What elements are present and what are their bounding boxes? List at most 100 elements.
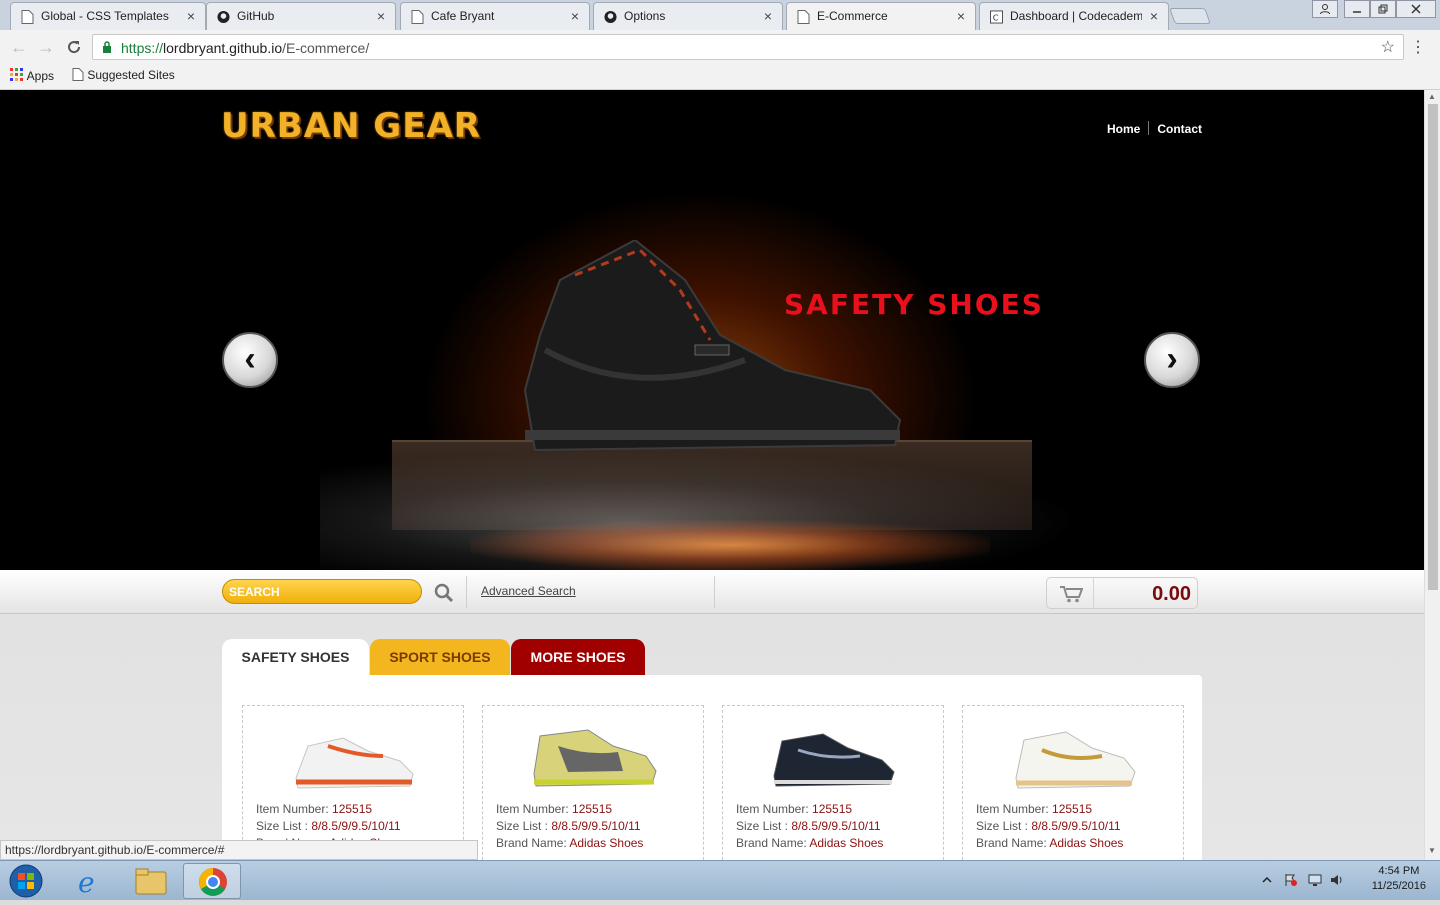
bookmarks-bar: Apps Suggested Sites: [0, 64, 1440, 90]
search-icon[interactable]: [434, 583, 454, 603]
search-bar: Advanced Search 0.00: [0, 570, 1424, 614]
tab-sport-shoes[interactable]: SPORT SHOES: [370, 639, 510, 675]
page-scrollbar[interactable]: ▲ ▼: [1424, 90, 1440, 860]
bookmark-apps[interactable]: Apps: [10, 68, 54, 83]
taskbar-chrome[interactable]: [183, 863, 241, 899]
scrollbar-thumb[interactable]: [1428, 104, 1438, 590]
browser-menu-icon[interactable]: ⋮: [1410, 37, 1426, 57]
product-image: [1015, 731, 1136, 789]
page-icon: [21, 10, 34, 24]
new-tab-button[interactable]: [1169, 8, 1211, 24]
browser-tab[interactable]: C Dashboard | Codecadem ×: [979, 2, 1169, 30]
scroll-down-icon[interactable]: ▼: [1428, 846, 1436, 855]
url-text: https://lordbryant.github.io/E-commerce/: [121, 40, 370, 56]
browser-tabstrip: Global - CSS Templates × GitHub × Cafe B…: [0, 0, 1440, 31]
address-bar[interactable]: https://lordbryant.github.io/E-commerce/…: [92, 34, 1404, 60]
tab-close-icon[interactable]: ×: [377, 8, 385, 24]
divider: [466, 576, 467, 608]
product-card[interactable]: Item Number: 125515 Size List : 8/8.5/9/…: [962, 705, 1184, 860]
brand-name-row: Brand Name: Adidas Shoes: [496, 836, 644, 850]
size-list-row: Size List : 8/8.5/9/9.5/10/11: [496, 819, 641, 833]
cart-widget[interactable]: 0.00: [1046, 577, 1198, 609]
brand-name-row: Brand Name: Adidas Shoes: [736, 836, 884, 850]
nav-contact[interactable]: Contact: [1157, 122, 1202, 136]
page-icon: [411, 10, 424, 24]
volume-icon[interactable]: [1330, 873, 1344, 887]
slider-prev-button[interactable]: ‹: [222, 332, 278, 388]
divider: [714, 576, 715, 608]
bookmark-suggested-sites[interactable]: Suggested Sites: [72, 68, 175, 82]
tab-title: Cafe Bryant: [431, 9, 495, 23]
bookmark-star-icon[interactable]: ☆: [1381, 37, 1395, 57]
tab-title: E-Commerce: [817, 9, 888, 23]
site-logo[interactable]: URBAN GEAR: [221, 106, 481, 146]
product-card[interactable]: Item Number: 125515 Size List : 8/8.5/9/…: [722, 705, 944, 860]
folder-icon: [135, 868, 167, 895]
windows-taskbar: e 4:54 PM 11/25/2016: [0, 860, 1440, 900]
safety-shoe-image: [523, 240, 902, 452]
product-image: [533, 729, 657, 787]
tab-close-icon[interactable]: ×: [571, 8, 579, 24]
browser-tab[interactable]: Cafe Bryant ×: [400, 2, 590, 30]
tray-expand-icon[interactable]: [1260, 873, 1274, 887]
nav-home[interactable]: Home: [1107, 122, 1140, 136]
hero-caption: SAFETY SHOES: [784, 288, 1044, 321]
close-window-button[interactable]: [1396, 0, 1436, 18]
cart-divider: [1093, 578, 1094, 608]
page-icon: [797, 10, 810, 24]
clock-time: 4:54 PM: [1378, 865, 1420, 877]
profile-button[interactable]: [1312, 0, 1338, 18]
tab-title: Dashboard | Codecadem: [1010, 9, 1142, 23]
restore-icon: [1378, 4, 1388, 14]
internet-explorer-icon: e: [78, 866, 95, 899]
network-icon[interactable]: [1308, 873, 1322, 887]
product-card[interactable]: Item Number: 125515 Size List : 8/8.5/9/…: [242, 705, 464, 860]
action-center-flag-icon[interactable]: [1284, 873, 1298, 887]
forward-arrow-icon[interactable]: →: [37, 37, 55, 58]
top-nav: Home Contact: [1107, 121, 1202, 136]
tab-more-shoes[interactable]: MORE SHOES: [511, 639, 645, 675]
tab-close-icon[interactable]: ×: [957, 8, 965, 24]
svg-text:e: e: [78, 866, 95, 899]
search-input[interactable]: [222, 579, 422, 604]
reload-icon[interactable]: [66, 39, 82, 55]
minimize-button[interactable]: [1344, 0, 1370, 18]
cart-total: 0.00: [1152, 583, 1191, 605]
link-status-bar: https://lordbryant.github.io/E-commerce/…: [0, 840, 478, 860]
chevron-right-icon: ›: [1166, 340, 1178, 378]
size-list-row: Size List : 8/8.5/9/9.5/10/11: [256, 819, 401, 833]
chrome-icon: [199, 868, 227, 896]
size-list-row: Size List : 8/8.5/9/9.5/10/11: [976, 819, 1121, 833]
product-image: [773, 733, 895, 787]
taskbar-explorer[interactable]: [122, 863, 180, 899]
smoke-effect: [320, 450, 1080, 570]
browser-tab-active[interactable]: E-Commerce ×: [786, 2, 976, 31]
minimize-icon: [1353, 11, 1361, 13]
browser-tab[interactable]: GitHub ×: [206, 2, 396, 30]
github-icon: [217, 10, 230, 24]
back-arrow-icon[interactable]: ←: [10, 37, 28, 58]
tab-title: Options: [624, 9, 666, 23]
codecademy-icon: C: [990, 10, 1003, 24]
svg-text:C: C: [993, 13, 999, 23]
bookmark-label: Suggested Sites: [87, 68, 175, 82]
tab-close-icon[interactable]: ×: [1150, 8, 1158, 24]
apps-grid-icon: [10, 68, 23, 81]
slider-next-button[interactable]: ›: [1144, 332, 1200, 388]
shopping-cart-icon: [1060, 586, 1083, 603]
product-card[interactable]: Item Number: 125515 Size List : 8/8.5/9/…: [482, 705, 704, 860]
product-image: [295, 737, 414, 789]
clock[interactable]: 4:54 PM 11/25/2016: [1372, 864, 1426, 894]
tab-close-icon[interactable]: ×: [187, 8, 195, 24]
tab-safety-shoes[interactable]: SAFETY SHOES: [222, 639, 369, 675]
restore-button[interactable]: [1370, 0, 1396, 18]
advanced-search-link[interactable]: Advanced Search: [481, 584, 576, 598]
windows-start-icon[interactable]: [4, 863, 48, 899]
bookmark-label: Apps: [26, 69, 55, 83]
taskbar-ie[interactable]: e: [62, 863, 120, 899]
close-icon: [1411, 4, 1421, 14]
scroll-up-icon[interactable]: ▲: [1428, 92, 1436, 101]
tab-close-icon[interactable]: ×: [764, 8, 772, 24]
browser-tab[interactable]: Global - CSS Templates ×: [10, 2, 206, 30]
browser-tab[interactable]: Options ×: [593, 2, 783, 30]
